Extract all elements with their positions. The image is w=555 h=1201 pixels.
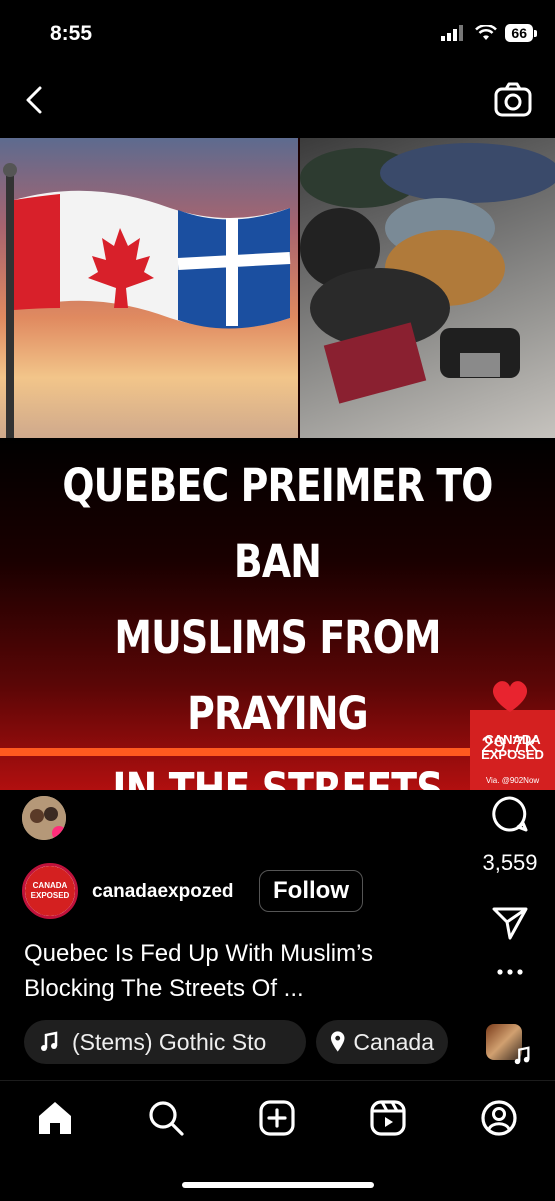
comment-button[interactable] — [479, 794, 541, 839]
liker-avatar[interactable] — [22, 796, 66, 840]
battery-level: 66 — [505, 24, 537, 42]
flag-photo — [0, 138, 298, 438]
like-button[interactable] — [479, 678, 541, 719]
follow-button[interactable]: Follow — [259, 870, 363, 912]
like-count: 29.7K — [481, 732, 539, 757]
share-button[interactable] — [479, 905, 541, 946]
camera-icon[interactable] — [493, 80, 533, 120]
send-icon — [492, 907, 528, 940]
audio-thumbnail[interactable] — [486, 1024, 530, 1065]
home-icon[interactable] — [33, 1096, 77, 1140]
audio-label: (Stems) Gothic Sto — [72, 1028, 267, 1055]
caption-line-2: Blocking The Streets Of ... — [24, 975, 304, 1002]
author-avatar[interactable]: CANADA EXPOSED — [22, 863, 78, 919]
wifi-icon — [475, 25, 498, 40]
reels-icon[interactable] — [366, 1096, 410, 1140]
location-label: Canada — [353, 1028, 434, 1055]
headline-line-3: IN THE STREETS — [112, 763, 443, 790]
caption-line-1: Quebec Is Fed Up With Muslim’s — [24, 940, 373, 967]
heart-icon — [492, 681, 528, 712]
home-indicator — [182, 1182, 374, 1188]
headline: QUEBEC PREIMER TO BAN MUSLIMS FROM PRAYI… — [44, 448, 510, 790]
location-pin-icon — [330, 1031, 345, 1052]
headline-line-2: MUSLIMS FROM PRAYING — [114, 611, 441, 740]
status-icons: 66 — [441, 24, 537, 42]
signal-icon — [441, 25, 464, 41]
more-button[interactable] — [479, 964, 541, 982]
search-icon[interactable] — [144, 1096, 188, 1140]
create-icon[interactable] — [255, 1096, 299, 1140]
profile-icon[interactable] — [477, 1096, 521, 1140]
status-time: 8:55 — [50, 22, 93, 45]
music-note-icon — [514, 1046, 530, 1065]
audio-chip[interactable]: (Stems) Gothic Sto — [24, 1020, 306, 1064]
music-note-icon — [41, 1031, 58, 1051]
brand-badge-credit: Via. @902Now — [485, 776, 540, 785]
author-username[interactable]: canadaexpozed — [92, 881, 234, 903]
caption[interactable]: Quebec Is Fed Up With Muslim’s Blocking … — [24, 936, 444, 1006]
comment-icon — [492, 796, 528, 832]
chevron-left-icon[interactable] — [18, 82, 54, 118]
more-icon — [497, 969, 523, 975]
headline-line-1: QUEBEC PREIMER TO BAN — [62, 459, 493, 588]
location-chip[interactable]: Canada — [316, 1020, 448, 1064]
author-avatar-text-1: CANADA — [32, 881, 68, 890]
comment-count: 3,559 — [482, 850, 538, 875]
prayer-photo — [300, 138, 555, 438]
author-avatar-text-2: EXPOSED — [30, 891, 70, 900]
post-media[interactable]: QUEBEC PREIMER TO BAN MUSLIMS FROM PRAYI… — [0, 138, 555, 790]
